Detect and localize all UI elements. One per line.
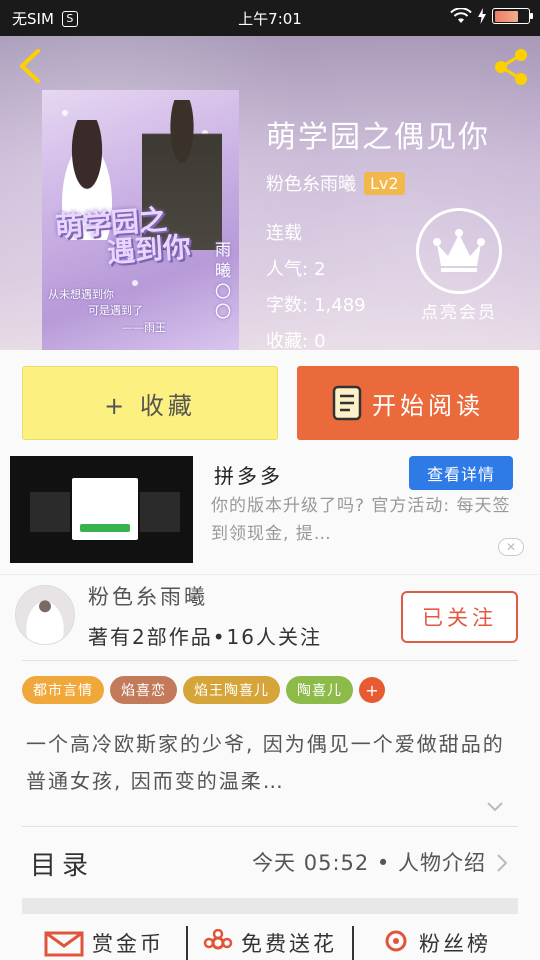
battery-icon	[492, 8, 533, 24]
reward-coins-button[interactable]: 赏金币	[22, 926, 188, 960]
toc-title: 目录	[30, 851, 95, 881]
collect-button[interactable]: + 收藏	[22, 366, 278, 440]
author-card[interactable]: 粉色糸雨曦 著有2部作品•16人关注 已关注	[0, 574, 540, 662]
popularity-label: 人气:	[266, 259, 309, 280]
chevron-left-icon[interactable]	[12, 46, 52, 86]
ad-banner[interactable]: 拼多多 查看详情 你的版本升级了吗? 官方活动: 每天签到领现金, 提…	[0, 452, 540, 570]
book-title: 萌学园之偶见你	[266, 120, 490, 155]
book-cover[interactable]: 萌学园之 遇到你 雨曦〇〇 从未想遇到你 可是遇到了 ——雨王	[42, 90, 239, 350]
envelope-icon	[44, 931, 84, 957]
author-stats: 著有2部作品•16人关注	[88, 625, 322, 649]
tag-item[interactable]: 焰王陶喜儿	[183, 676, 280, 704]
tag-item[interactable]: 焰喜恋	[110, 676, 177, 704]
book-status: 连载	[266, 223, 302, 244]
favorites-value: 0	[314, 331, 326, 350]
book-header: 萌学园之 遇到你 雨曦〇〇 从未想遇到你 可是遇到了 ——雨王 萌学园之偶见你 …	[0, 36, 540, 350]
ad-description: 你的版本升级了吗? 官方活动: 每天签到领现金, 提…	[211, 496, 511, 544]
cover-art-title: 萌学园之 遇到你	[53, 202, 193, 270]
author-line: 粉色糸雨曦 Lv2	[266, 170, 405, 196]
favorites-label: 收藏:	[266, 331, 309, 350]
charging-icon	[478, 8, 486, 24]
ad-image[interactable]	[10, 456, 193, 563]
bottom-actions: 赏金币 免费送花 粉丝榜	[22, 926, 518, 960]
chevron-right-icon	[497, 854, 508, 872]
fan-ranking-label: 粉丝榜	[419, 932, 491, 956]
reward-coins-label: 赏金币	[92, 932, 164, 956]
ad-close-icon[interactable]: ✕	[498, 538, 524, 556]
send-flower-label: 免费送花	[241, 932, 337, 956]
popularity-value: 2	[314, 259, 326, 280]
wifi-icon	[450, 8, 472, 23]
flower-icon	[203, 929, 233, 950]
status-bar: 无SIM S 上午7:01	[0, 0, 540, 36]
ribbon-icon	[385, 930, 407, 952]
author-name[interactable]: 粉色糸雨曦	[266, 170, 356, 196]
book-icon	[332, 385, 362, 421]
start-reading-label: 开始阅读	[372, 391, 484, 420]
book-meta: 连载 人气: 2 字数: 1,489 收藏: 0	[266, 216, 366, 350]
vip-label: 点亮会员	[421, 303, 497, 323]
tag-item[interactable]: 陶喜儿	[286, 676, 353, 704]
chevron-down-icon[interactable]	[485, 800, 505, 814]
divider	[22, 660, 518, 661]
follow-button[interactable]: 已关注	[401, 591, 518, 643]
send-flower-button[interactable]: 免费送花	[188, 926, 354, 960]
tag-item[interactable]: 都市言情	[22, 676, 104, 704]
synopsis[interactable]: 一个高冷欧斯家的少爷, 因为偶见一个爱做甜品的普通女孩, 因而变的温柔…	[26, 726, 506, 800]
cover-caption: 从未想遇到你 可是遇到了 ——雨王	[48, 287, 166, 334]
ad-details-button[interactable]: 查看详情	[409, 456, 513, 490]
crown-icon	[433, 229, 485, 272]
word-count-label: 字数:	[266, 295, 309, 316]
latest-chapter: 今天 05:52 • 人物介绍	[252, 851, 486, 875]
vip-button[interactable]: 点亮会员	[414, 208, 504, 323]
tag-list: 都市言情 焰喜恋 焰王陶喜儿 陶喜儿 +	[22, 676, 385, 704]
ad-title: 拼多多	[214, 464, 283, 488]
section-gap	[22, 898, 518, 914]
start-reading-button[interactable]: 开始阅读	[297, 366, 519, 440]
fan-ranking-button[interactable]: 粉丝榜	[354, 926, 518, 960]
level-badge: Lv2	[364, 171, 405, 195]
share-icon[interactable]	[490, 46, 532, 88]
add-tag-button[interactable]: +	[359, 677, 385, 703]
author-card-name: 粉色糸雨曦	[88, 585, 208, 609]
table-of-contents-row[interactable]: 目录 今天 05:52 • 人物介绍	[22, 826, 518, 898]
cover-side-text: 雨曦〇〇	[215, 240, 232, 322]
avatar[interactable]	[15, 585, 75, 645]
word-count-value: 1,489	[314, 295, 366, 316]
